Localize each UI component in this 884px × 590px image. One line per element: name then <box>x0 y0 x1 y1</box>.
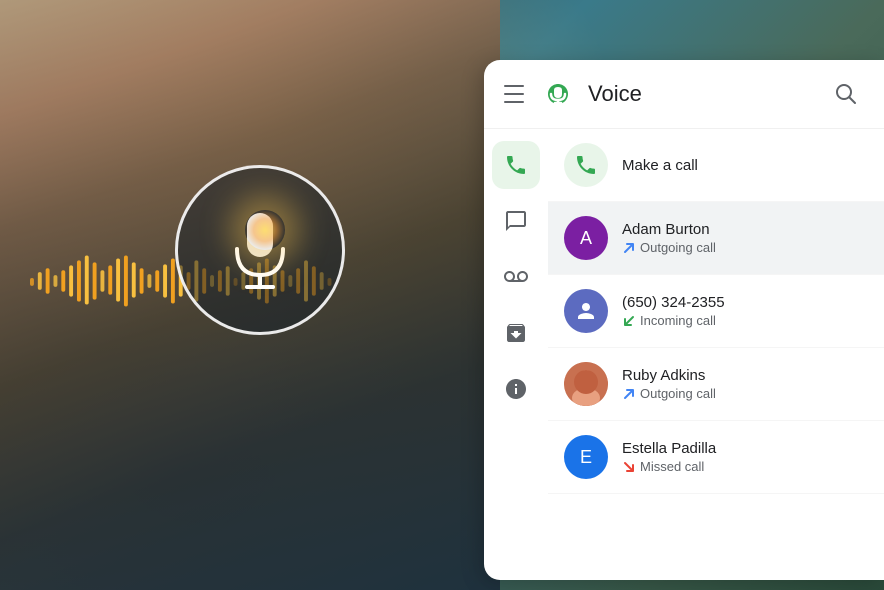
call-info-adam: Adam Burton Outgoing call <box>622 221 868 255</box>
avatar-ruby <box>564 362 608 406</box>
microphone-circle <box>175 165 345 335</box>
make-call-label: Make a call <box>622 157 698 174</box>
call-item-unknown[interactable]: (650) 324-2355 Incoming call <box>548 275 884 348</box>
call-status-ruby: Outgoing call <box>622 386 868 401</box>
sidebar-item-calls[interactable] <box>492 141 540 189</box>
avatar-estella: E <box>564 435 608 479</box>
hamburger-line-3 <box>504 101 524 103</box>
sidebar <box>484 129 548 580</box>
avatar-adam: A <box>564 216 608 260</box>
call-info-ruby: Ruby Adkins Outgoing call <box>622 367 868 401</box>
call-name-ruby: Ruby Adkins <box>622 367 868 384</box>
call-status-adam: Outgoing call <box>622 240 868 255</box>
hamburger-menu[interactable] <box>504 82 528 106</box>
panel-title: Voice <box>588 81 816 107</box>
call-status-estella: Missed call <box>622 459 868 474</box>
sidebar-item-info[interactable] <box>492 365 540 413</box>
search-button[interactable] <box>828 76 864 112</box>
voice-panel: Voice <box>484 60 884 580</box>
call-name-adam: Adam Burton <box>622 221 868 238</box>
sidebar-item-messages[interactable] <box>492 197 540 245</box>
panel-header: Voice <box>484 60 884 129</box>
call-item-ruby[interactable]: Ruby Adkins Outgoing call <box>548 348 884 421</box>
call-item-adam-burton[interactable]: A Adam Burton Outgoing call <box>548 202 884 275</box>
call-list: Make a call A Adam Burton Outgoing call <box>548 129 884 580</box>
light-glow <box>245 210 285 250</box>
call-info-estella: Estella Padilla Missed call <box>622 440 868 474</box>
call-name-estella: Estella Padilla <box>622 440 868 457</box>
sidebar-item-voicemail[interactable] <box>492 253 540 301</box>
panel-body: Make a call A Adam Burton Outgoing call <box>484 129 884 580</box>
sidebar-item-archive[interactable] <box>492 309 540 357</box>
call-item-estella[interactable]: E Estella Padilla Missed call <box>548 421 884 494</box>
make-call-avatar <box>564 143 608 187</box>
hamburger-line-2 <box>504 93 524 95</box>
call-name-unknown: (650) 324-2355 <box>622 294 868 311</box>
call-status-unknown: Incoming call <box>622 313 868 328</box>
call-info-unknown: (650) 324-2355 Incoming call <box>622 294 868 328</box>
make-a-call-item[interactable]: Make a call <box>548 129 884 202</box>
voice-logo-icon <box>540 76 576 112</box>
hamburger-line-1 <box>504 85 524 87</box>
avatar-unknown <box>564 289 608 333</box>
